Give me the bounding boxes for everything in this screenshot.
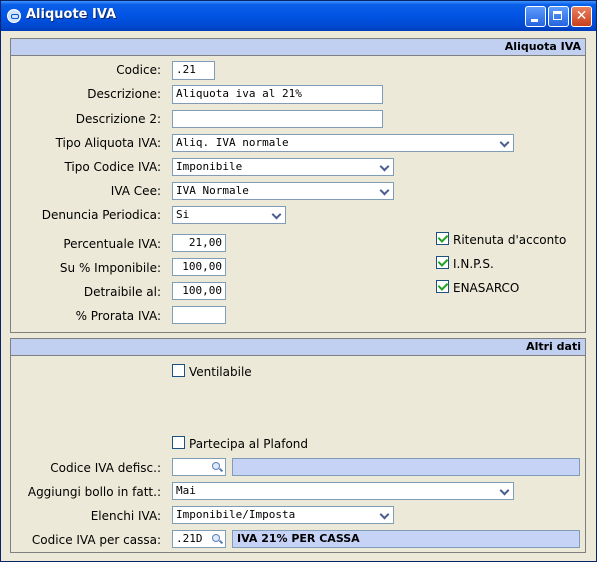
bollo-value: Mai	[176, 484, 196, 497]
iva-cee-label: IVA Cee:	[110, 184, 161, 198]
ritenuta-label: Ritenuta d'acconto	[453, 233, 567, 247]
bollo-label: Aggiungi bollo in fatt.:	[27, 485, 161, 499]
su-imponibile-label: Su % Imponibile:	[59, 261, 161, 275]
lookup-icon[interactable]	[210, 460, 224, 474]
elenchi-label: Elenchi IVA:	[90, 509, 161, 523]
detraibile-label: Detraibile al:	[83, 285, 161, 299]
codice-cassa-input[interactable]: .21D	[172, 530, 226, 548]
enasarco-label: ENASARCO	[453, 281, 520, 295]
lookup-icon[interactable]	[210, 532, 224, 546]
iva-cee-select[interactable]: IVA Normale	[172, 182, 394, 200]
percentuale-input[interactable]: 21,00	[172, 234, 226, 252]
iva-cee-value: IVA Normale	[176, 184, 249, 197]
chevron-down-icon[interactable]	[378, 160, 392, 174]
codice-cassa-label: Codice IVA per cassa:	[31, 533, 161, 547]
plafond-checkbox[interactable]	[172, 436, 185, 449]
descrizione-input[interactable]: Aliquota iva al 21%	[172, 85, 383, 104]
codice-defisc-input[interactable]	[172, 458, 226, 476]
codice-cassa-value: .21D	[176, 532, 203, 545]
prorata-input[interactable]	[172, 306, 226, 324]
tipo-aliquota-label: Tipo Aliquota IVA:	[55, 136, 161, 150]
inps-label: I.N.P.S.	[453, 257, 494, 271]
close-button[interactable]: ✕	[571, 6, 592, 27]
maximize-icon	[553, 11, 562, 20]
ventilabile-label: Ventilabile	[189, 365, 252, 379]
plafond-label: Partecipa al Plafond	[189, 437, 309, 451]
percentuale-label: Percentuale IVA:	[63, 237, 161, 251]
altri-dati-header: Altri dati	[11, 339, 585, 356]
codice-label: Codice:	[116, 63, 161, 77]
chevron-down-icon[interactable]	[498, 484, 512, 498]
descrizione2-input[interactable]	[172, 110, 383, 128]
tipo-codice-value: Imponibile	[176, 160, 243, 173]
minimize-button[interactable]	[525, 6, 546, 27]
elenchi-select[interactable]: Imponibile/Imposta	[172, 506, 394, 524]
ritenuta-checkbox[interactable]	[436, 232, 449, 245]
enasarco-checkbox[interactable]	[436, 280, 449, 293]
codice-defisc-description	[232, 458, 580, 476]
detraibile-input[interactable]: 100,00	[172, 282, 226, 300]
aliquote-iva-window: Aliquote IVA ✕ Aliquota IVA Codice: .21 …	[0, 0, 597, 562]
tipo-aliquota-value: Aliq. IVA normale	[176, 136, 289, 149]
prorata-label: % Prorata IVA:	[75, 309, 161, 323]
tipo-codice-label: Tipo Codice IVA:	[64, 160, 161, 174]
chevron-down-icon[interactable]	[270, 208, 284, 222]
minimize-icon	[531, 19, 538, 22]
codice-defisc-label: Codice IVA defisc.:	[50, 461, 161, 475]
tipo-aliquota-select[interactable]: Aliq. IVA normale	[172, 134, 514, 152]
codice-cassa-description: IVA 21% PER CASSA	[232, 530, 580, 548]
elenchi-value: Imponibile/Imposta	[176, 508, 296, 521]
denuncia-select[interactable]: Si	[172, 206, 286, 224]
denuncia-value: Si	[176, 208, 190, 221]
chevron-down-icon[interactable]	[498, 136, 512, 150]
ventilabile-checkbox[interactable]	[172, 364, 185, 377]
denuncia-label: Denuncia Periodica:	[41, 208, 161, 222]
descrizione-label: Descrizione:	[87, 87, 161, 101]
maximize-button[interactable]	[548, 6, 569, 27]
title-bar[interactable]: Aliquote IVA ✕	[1, 1, 596, 31]
tipo-codice-select[interactable]: Imponibile	[172, 158, 394, 176]
chevron-down-icon[interactable]	[378, 508, 392, 522]
aliquota-iva-header: Aliquota IVA	[11, 39, 585, 56]
su-imponibile-input[interactable]: 100,00	[172, 258, 226, 276]
descrizione2-label: Descrizione 2:	[75, 112, 161, 126]
chevron-down-icon[interactable]	[378, 184, 392, 198]
bollo-select[interactable]: Mai	[172, 482, 514, 500]
codice-input[interactable]: .21	[172, 61, 215, 80]
inps-checkbox[interactable]	[436, 256, 449, 269]
close-icon: ✕	[575, 8, 588, 24]
app-icon	[7, 9, 21, 23]
window-title: Aliquote IVA	[26, 7, 117, 22]
